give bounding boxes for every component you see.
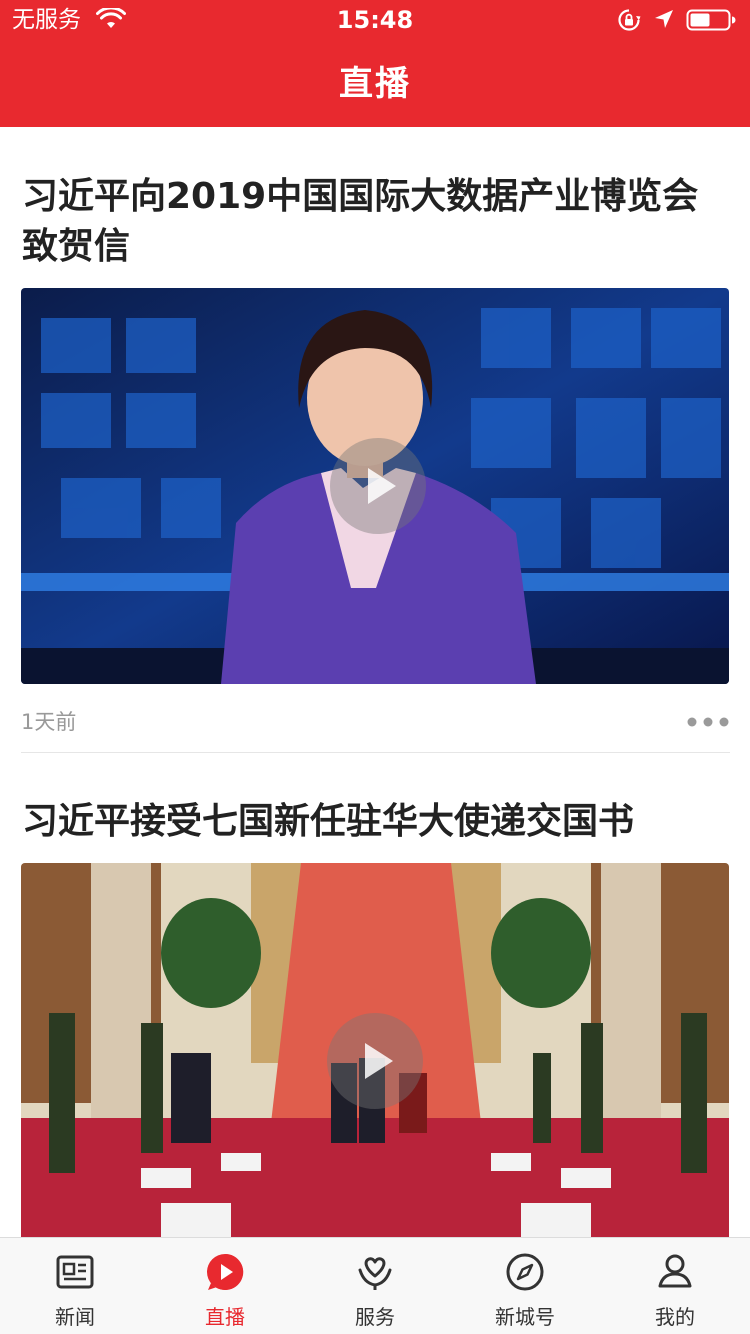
bottom-tab-bar: 新闻 直播 服务 新城号 我的: [0, 1237, 750, 1334]
more-options-icon[interactable]: [686, 716, 730, 728]
status-bar: 无服务 15:48: [0, 0, 750, 40]
news-title[interactable]: 习近平接受七国新任驻华大使递交国书: [22, 797, 728, 847]
tab-xinchenghao[interactable]: 新城号: [450, 1238, 600, 1334]
tab-label: 新城号: [495, 1305, 555, 1329]
news-title[interactable]: 习近平向2019中国国际大数据产业博览会致贺信: [22, 172, 728, 272]
tab-label: 服务: [355, 1305, 395, 1329]
tab-label: 新闻: [55, 1305, 95, 1329]
play-button[interactable]: [327, 1013, 423, 1109]
news-meta: 1天前: [0, 702, 750, 742]
video-thumbnail[interactable]: [21, 288, 729, 684]
tab-label: 直播: [205, 1305, 245, 1329]
news-timestamp: 1天前: [21, 710, 77, 734]
tab-mine[interactable]: 我的: [600, 1238, 750, 1334]
live-screen: 无服务 15:48 直播 习近平向2019中国国际大数据产业博览会致贺信 1天前…: [0, 0, 750, 1334]
orientation-lock-icon: [618, 9, 641, 31]
location-arrow-icon: [655, 10, 673, 28]
tab-label: 我的: [655, 1305, 695, 1329]
video-thumbnail[interactable]: [21, 863, 729, 1237]
card-divider: [21, 752, 730, 753]
play-icon: [207, 1253, 244, 1290]
service-icon: [358, 1257, 392, 1290]
play-button[interactable]: [330, 438, 426, 534]
tab-service[interactable]: 服务: [300, 1238, 450, 1334]
header: 无服务 15:48 直播: [0, 0, 750, 127]
tab-news[interactable]: 新闻: [0, 1238, 150, 1334]
user-icon: [658, 1254, 692, 1288]
live-feed[interactable]: 习近平向2019中国国际大数据产业博览会致贺信 1天前 习近平接受七国新任驻华大…: [0, 127, 750, 1237]
newspaper-icon: [56, 1255, 94, 1289]
battery-icon: [686, 9, 736, 31]
tab-live[interactable]: 直播: [150, 1238, 300, 1334]
page-title: 直播: [339, 64, 411, 104]
compass-icon: [506, 1253, 544, 1291]
